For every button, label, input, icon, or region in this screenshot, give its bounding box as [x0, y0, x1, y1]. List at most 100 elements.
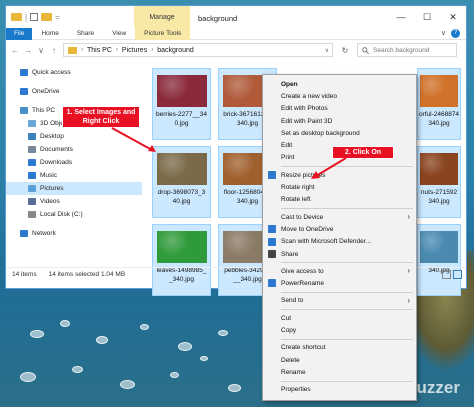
file-thumbnail[interactable]: leaves-1498985_ _340.jpg — [152, 224, 211, 296]
desktop-icon — [28, 133, 36, 140]
menu-item-label: Edit with Photos — [281, 105, 328, 113]
menu-item-label: Copy — [281, 326, 297, 334]
minimize-button[interactable]: — — [388, 6, 414, 28]
menu-item-label: PowerRename — [281, 280, 324, 288]
sidebar-item-label: Pictures — [40, 185, 64, 192]
new-folder-icon[interactable] — [41, 13, 53, 21]
desktop-bubble — [120, 380, 135, 389]
menu-item-give-access-to[interactable]: Give access to › — [263, 265, 416, 277]
menu-separator — [281, 262, 413, 264]
sidebar-item-label: Downloads — [40, 159, 73, 166]
breadcrumb-pictures[interactable]: Pictures — [122, 47, 147, 54]
sidebar-item-quick-access[interactable]: Quick access — [6, 66, 142, 79]
sidebar-item-label: This PC — [32, 107, 56, 114]
menu-item-edit-with-photos[interactable]: Edit with Photos — [263, 103, 416, 115]
sidebar-item-downloads[interactable]: Downloads — [6, 156, 142, 169]
sidebar-item-label: Local Disk (C:) — [40, 211, 83, 218]
menu-item-powerrename[interactable]: PowerRename — [263, 277, 416, 289]
menu-item-share[interactable]: Share — [263, 248, 416, 260]
defender-icon — [268, 237, 276, 246]
desktop-bubble — [60, 320, 70, 327]
menu-item-create-a-new-video[interactable]: Create a new video — [263, 90, 416, 102]
menu-item-label: Rotate left — [281, 196, 311, 204]
menu-item-properties[interactable]: Properties — [263, 384, 416, 396]
menu-separator — [281, 338, 413, 340]
sidebar-item-network[interactable]: Network — [6, 227, 142, 240]
tab-file[interactable]: File — [6, 27, 33, 40]
search-input[interactable]: Search background — [357, 43, 457, 57]
sidebar-item-onedrive[interactable]: OneDrive — [6, 85, 142, 98]
details-view-icon[interactable] — [442, 270, 451, 279]
title-bar: | = Manage background — ☐ ✕ — [6, 6, 466, 28]
sidebar-item-desktop[interactable]: Desktop — [6, 130, 142, 143]
menu-item-edit-with-paint-3d[interactable]: Edit with Paint 3D — [263, 115, 416, 127]
cloud-icon — [20, 88, 28, 95]
file-thumbnail[interactable]: nuts-271592 340.jpg — [417, 146, 461, 218]
sidebar-item-local-disk-c[interactable]: Local Disk (C:) — [6, 208, 142, 221]
menu-item-label: Give access to — [281, 267, 324, 275]
tab-picture-tools[interactable]: Picture Tools — [135, 27, 191, 40]
image-preview — [420, 75, 458, 107]
menu-item-set-as-desktop-background[interactable]: Set as desktop background — [263, 127, 416, 139]
sidebar-item-pictures[interactable]: Pictures — [6, 182, 142, 195]
powerrename-icon — [268, 279, 276, 288]
menu-item-cut[interactable]: Cut — [263, 312, 416, 324]
menu-item-delete[interactable]: Delete — [263, 354, 416, 366]
menu-item-rotate-right[interactable]: Rotate right — [263, 181, 416, 193]
file-thumbnail[interactable]: orful-2468874 340.jpg — [417, 68, 461, 140]
ribbon-tabs: File Home Share View Picture Tools ∨ ? — [6, 27, 466, 40]
maximize-button[interactable]: ☐ — [414, 6, 440, 28]
refresh-icon[interactable]: ↻ — [338, 46, 352, 55]
sidebar-item-music[interactable]: Music — [6, 169, 142, 182]
menu-item-cast-to-device[interactable]: Cast to Device › — [263, 211, 416, 223]
chevron-right-icon: › — [407, 211, 410, 221]
menu-item-open[interactable]: Open — [263, 78, 416, 90]
file-thumbnail[interactable]: drop-3698073_3 40.jpg — [152, 146, 211, 218]
recent-locations-icon[interactable]: ∨ — [37, 46, 45, 55]
menu-item-copy[interactable]: Copy — [263, 324, 416, 336]
tab-share[interactable]: Share — [68, 30, 103, 37]
close-button[interactable]: ✕ — [440, 6, 466, 28]
menu-separator — [281, 207, 413, 209]
menu-item-label: Edit — [281, 142, 293, 150]
folder-icon — [68, 46, 77, 54]
address-bar[interactable]: › This PC › Pictures › background ∨ — [63, 43, 333, 57]
tab-home[interactable]: Home — [32, 30, 67, 37]
download-icon — [28, 159, 36, 166]
menu-item-move-to-onedrive[interactable]: Move to OneDrive — [263, 223, 416, 235]
menu-item-create-shortcut[interactable]: Create shortcut — [263, 342, 416, 354]
menu-item-rotate-left[interactable]: Rotate left — [263, 194, 416, 206]
manage-tab[interactable]: Manage — [134, 6, 190, 28]
menu-separator — [281, 380, 413, 382]
tab-view[interactable]: View — [103, 30, 135, 37]
image-preview — [156, 75, 207, 107]
back-arrow-icon[interactable]: ← — [11, 46, 19, 55]
onedrive-icon — [268, 225, 276, 234]
chevron-right-icon: › — [81, 47, 83, 53]
menu-item-label: Create shortcut — [281, 344, 326, 352]
qat-dropdown-icon[interactable]: = — [55, 13, 60, 22]
chevron-down-icon[interactable]: ∨ — [325, 47, 329, 54]
file-thumbnail[interactable]: berries-2277__34 0.jpg — [152, 68, 211, 140]
breadcrumb-this-pc[interactable]: This PC — [87, 47, 112, 54]
menu-item-label: Rename — [281, 368, 306, 376]
sidebar-item-videos[interactable]: Videos — [6, 195, 142, 208]
menu-item-send-to[interactable]: Send to › — [263, 295, 416, 307]
file-thumbnail[interactable]: 340.jpg — [417, 224, 461, 296]
expand-ribbon-icon[interactable]: ∨ — [441, 29, 446, 37]
forward-arrow-icon[interactable]: → — [24, 46, 32, 55]
up-arrow-icon[interactable]: ↑ — [50, 46, 58, 55]
properties-icon[interactable] — [30, 13, 39, 21]
image-preview — [420, 231, 458, 263]
menu-item-rename[interactable]: Rename — [263, 366, 416, 378]
sidebar-item-documents[interactable]: Documents — [6, 143, 142, 156]
breadcrumb-background[interactable]: background — [157, 47, 194, 54]
video-icon — [28, 198, 36, 205]
desktop-bubble — [30, 330, 44, 338]
large-icons-view-icon[interactable] — [453, 270, 462, 279]
menu-item-resize-pictures[interactable]: Resize pictures — [263, 169, 416, 181]
image-preview — [420, 153, 458, 185]
help-icon[interactable]: ? — [451, 29, 460, 38]
menu-item-label: Send to — [281, 297, 304, 305]
menu-item-scan-with-microsoft-defender[interactable]: Scan with Microsoft Defender... — [263, 236, 416, 248]
